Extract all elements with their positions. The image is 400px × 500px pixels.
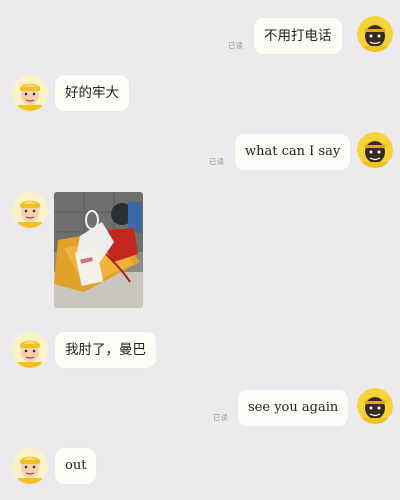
yellow-cap-avatar[interactable]	[12, 75, 48, 111]
dark-helmet-avatar[interactable]	[357, 132, 393, 168]
read-receipt: 已读	[228, 41, 243, 50]
message-bubble[interactable]: 我肘了，曼巴	[55, 332, 156, 368]
message-bubble[interactable]: see you again	[238, 390, 349, 426]
photo-of-bags-on-stool[interactable]	[54, 192, 143, 308]
message-row: 已读 see you again	[0, 386, 400, 426]
message-bubble[interactable]: 好的牢大	[55, 75, 129, 111]
message-row: out	[0, 446, 400, 486]
dark-helmet-avatar[interactable]	[357, 16, 393, 52]
message-bubble[interactable]: what can I say	[235, 134, 351, 170]
message-row	[0, 190, 400, 310]
yellow-cap-avatar[interactable]	[12, 192, 48, 228]
message-row: 好的牢大	[0, 73, 400, 113]
dark-helmet-avatar[interactable]	[357, 388, 393, 424]
message-row: 已读 不用打电话	[0, 14, 400, 54]
read-receipt: 已读	[209, 157, 224, 166]
read-receipt: 已读	[213, 413, 228, 422]
yellow-cap-avatar[interactable]	[12, 448, 48, 484]
message-bubble[interactable]: 不用打电话	[254, 18, 342, 54]
message-bubble[interactable]: out	[55, 448, 97, 484]
message-row: 已读 what can I say	[0, 130, 400, 170]
yellow-cap-avatar[interactable]	[12, 332, 48, 368]
message-row: 我肘了，曼巴	[0, 330, 400, 370]
